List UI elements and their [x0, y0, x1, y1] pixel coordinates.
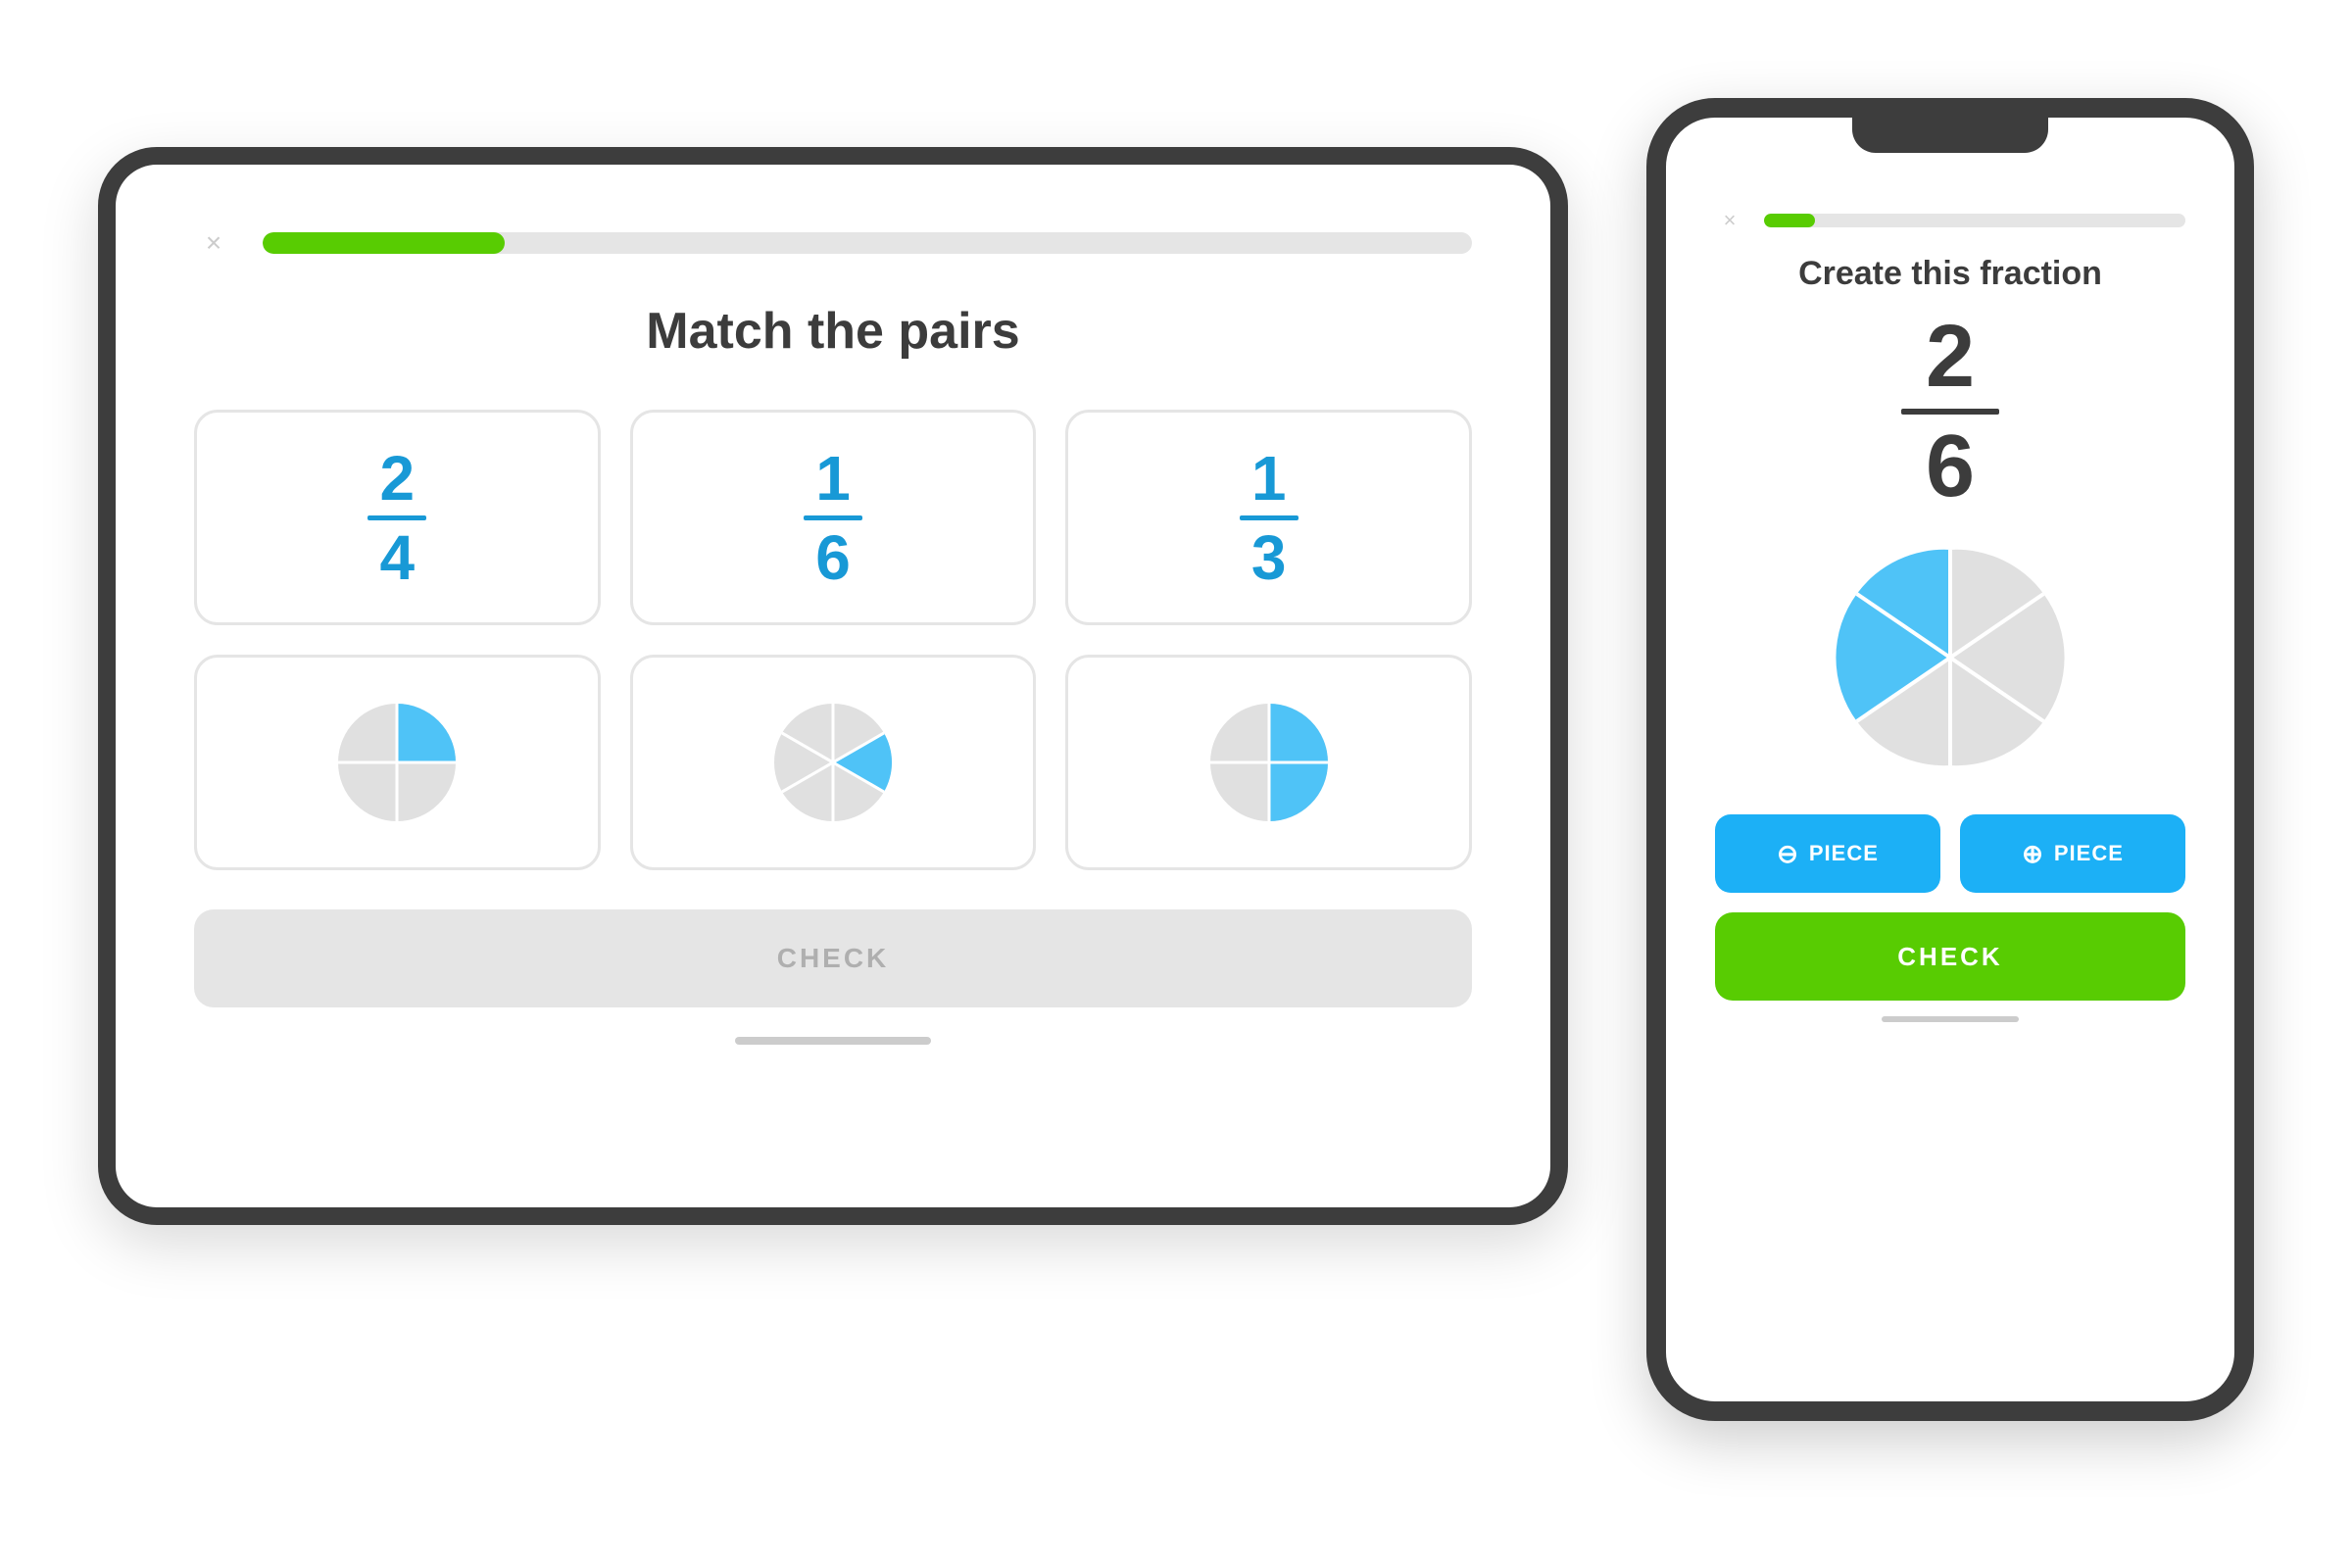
- fraction-2-4: 2 4: [368, 447, 426, 589]
- phone-piece-buttons-row: ⊖ PIECE ⊕ PIECE: [1715, 814, 2185, 893]
- phone-pie-chart: [1833, 540, 2068, 775]
- phone-fraction-display: 2 6: [1901, 313, 1999, 511]
- phone-denominator: 6: [1926, 422, 1975, 511]
- numerator-1: 2: [380, 447, 416, 510]
- pie-card-1[interactable]: [194, 655, 601, 870]
- tablet-title: Match the pairs: [646, 302, 1019, 361]
- tablet-grid: 2 4 1 6 1 3: [194, 410, 1472, 870]
- tablet-progress-bar-fill: [263, 232, 505, 254]
- pie-card-2[interactable]: [630, 655, 1037, 870]
- numerator-3: 1: [1251, 447, 1287, 510]
- plus-piece-label: PIECE: [2054, 841, 2124, 866]
- phone-title: Create this fraction: [1798, 255, 2102, 293]
- pie-card-3[interactable]: [1065, 655, 1472, 870]
- tablet-device: × Match the pairs 2 4 1 6: [98, 147, 1568, 1225]
- pie-chart-sixth: [769, 699, 897, 826]
- minus-piece-button[interactable]: ⊖ PIECE: [1715, 814, 1940, 893]
- phone-notch: [1852, 118, 2048, 153]
- tablet-check-button[interactable]: CHECK: [194, 909, 1472, 1007]
- scene: × Match the pairs 2 4 1 6: [98, 98, 2254, 1470]
- fraction-1-6: 1 6: [804, 447, 862, 589]
- minus-icon: ⊖: [1777, 839, 1799, 869]
- phone-fraction-line: [1901, 409, 1999, 415]
- denominator-1: 4: [380, 526, 416, 589]
- denominator-2: 6: [815, 526, 851, 589]
- tablet-close-button[interactable]: ×: [194, 223, 233, 263]
- pie-chart-quarter: [333, 699, 461, 826]
- phone-home-indicator: [1882, 1016, 2019, 1022]
- phone-numerator: 2: [1926, 313, 1975, 401]
- plus-icon: ⊕: [2022, 839, 2044, 869]
- plus-piece-button[interactable]: ⊕ PIECE: [1960, 814, 2185, 893]
- phone-top-bar: ×: [1715, 206, 2185, 235]
- phone-progress-bar-fill: [1764, 214, 1815, 227]
- minus-piece-label: PIECE: [1809, 841, 1879, 866]
- fraction-card-3[interactable]: 1 3: [1065, 410, 1472, 625]
- tablet-progress-bar-container: [263, 232, 1472, 254]
- numerator-2: 1: [815, 447, 851, 510]
- fraction-line-2: [804, 515, 862, 520]
- phone-progress-bar-container: [1764, 214, 2185, 227]
- denominator-3: 3: [1251, 526, 1287, 589]
- fraction-card-1[interactable]: 2 4: [194, 410, 601, 625]
- fraction-line-3: [1240, 515, 1298, 520]
- pie-chart-half: [1205, 699, 1333, 826]
- tablet-home-indicator: [735, 1037, 931, 1045]
- fraction-1-3: 1 3: [1240, 447, 1298, 589]
- phone-close-button[interactable]: ×: [1715, 206, 1744, 235]
- phone-device: × Create this fraction 2 6: [1646, 98, 2254, 1421]
- phone-check-button[interactable]: CHECK: [1715, 912, 2185, 1001]
- fraction-card-2[interactable]: 1 6: [630, 410, 1037, 625]
- tablet-top-bar: ×: [194, 223, 1472, 263]
- fraction-line-1: [368, 515, 426, 520]
